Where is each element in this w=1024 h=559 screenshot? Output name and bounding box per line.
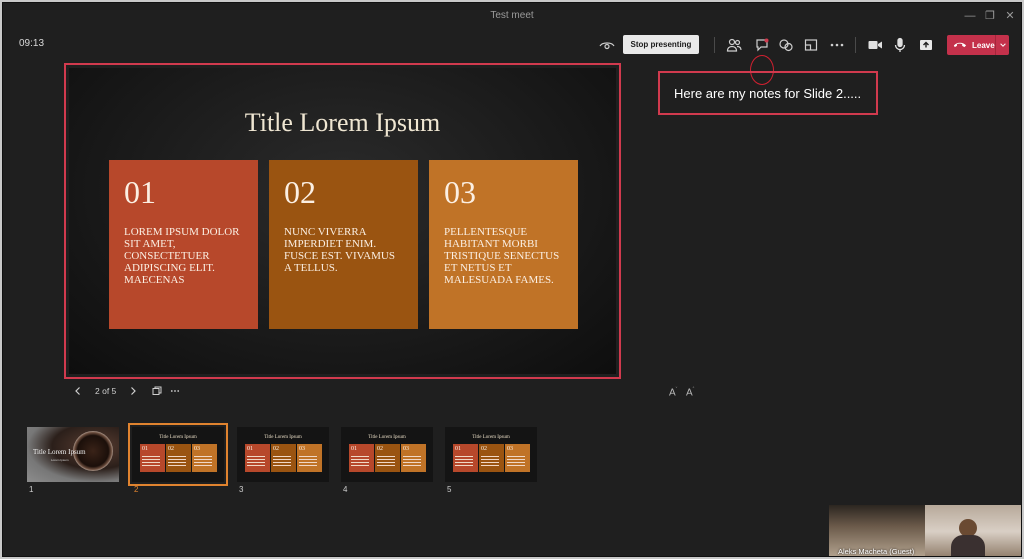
stop-presenting-button[interactable]: Stop presenting <box>623 35 699 54</box>
slide-box-3: 03 PELLENTESQUE HABITANT MORBI TRISTIQUE… <box>429 160 578 329</box>
camera-icon[interactable] <box>865 35 885 55</box>
meeting-timer: 09:13 <box>19 38 45 49</box>
previous-slide-icon[interactable] <box>69 382 87 400</box>
thumb-box: 02 <box>375 444 400 472</box>
decrease-font-button[interactable]: Aˇ <box>669 387 677 398</box>
more-options-icon[interactable] <box>166 382 184 400</box>
toolbar-divider <box>714 37 715 53</box>
phone-icon <box>953 36 969 54</box>
notes-text: Here are my notes for Slide 2..... <box>674 85 862 101</box>
participant-video[interactable]: Aleks Macheta (Guest) <box>829 505 1021 556</box>
box-number: 03 <box>444 174 476 210</box>
people-icon[interactable] <box>724 35 744 55</box>
chevron-down-icon[interactable] <box>995 35 1009 55</box>
slide-box-1: 01 LOREM IPSUM DOLOR SIT AMET, CONSECTET… <box>109 160 258 329</box>
leave-button[interactable]: Leave <box>947 35 1009 55</box>
title-bar: Test meet — ❐ ✕ <box>3 3 1021 29</box>
participant-name: Aleks Macheta (Guest) <box>838 547 915 556</box>
slide-counter: 2 of 5 <box>95 386 117 396</box>
current-slide[interactable]: Title Lorem Ipsum 01 LOREM IPSUM DOLOR S… <box>69 68 616 374</box>
box-text: LOREM IPSUM DOLOR SIT AMET, CONSECTETUER… <box>124 226 240 286</box>
eye-icon[interactable] <box>597 35 617 55</box>
next-slide-icon[interactable] <box>124 382 142 400</box>
thumb-box: 01 <box>453 444 478 472</box>
increase-font-button[interactable]: Aˆ <box>686 387 694 398</box>
thumb-box: 03 <box>505 444 530 472</box>
chat-icon[interactable] <box>752 35 772 55</box>
slide-navigation: 2 of 5 <box>69 381 184 401</box>
thumb-subtitle: Lorem Ipsum <box>51 458 69 462</box>
thumb-number: 1 <box>29 485 34 494</box>
thumb-box: 02 <box>479 444 504 472</box>
thumbnail-slide-4[interactable]: Title Lorem Ipsum 01 02 03 <box>341 427 433 482</box>
meeting-toolbar: 09:13 Stop presenting Leave <box>3 29 1021 85</box>
rooms-icon[interactable] <box>801 35 821 55</box>
minimize-icon[interactable]: — <box>961 8 979 24</box>
window-title: Test meet <box>490 10 534 21</box>
thumb-title: Title Lorem Ipsum <box>472 435 510 440</box>
box-text: PELLENTESQUE HABITANT MORBI TRISTIQUE SE… <box>444 226 560 286</box>
thumbnail-slide-5[interactable]: Title Lorem Ipsum 01 02 03 <box>445 427 537 482</box>
teams-window: Test meet — ❐ ✕ 09:13 Stop presenting Le… <box>2 2 1022 557</box>
thumb-box: 03 <box>192 444 217 472</box>
thumb-title: Title Lorem Ipsum <box>264 435 302 440</box>
current-slide-frame: Title Lorem Ipsum 01 LOREM IPSUM DOLOR S… <box>64 63 621 379</box>
thumb-number: 3 <box>239 485 244 494</box>
thumb-box: 01 <box>140 444 165 472</box>
box-number: 02 <box>284 174 316 210</box>
thumb-number: 2 <box>134 485 139 494</box>
slide-title: Title Lorem Ipsum <box>244 108 441 137</box>
thumb-number: 5 <box>447 485 452 494</box>
restore-icon[interactable]: ❐ <box>981 8 999 24</box>
thumb-title: Title Lorem Ipsum <box>33 448 86 456</box>
thumb-title: Title Lorem Ipsum <box>159 435 197 440</box>
thumb-box: 02 <box>271 444 296 472</box>
thumbnail-slide-2[interactable]: Title Lorem Ipsum 01 02 03 <box>128 423 228 486</box>
toolbar-divider <box>855 37 856 53</box>
thumb-title: Title Lorem Ipsum <box>368 435 406 440</box>
leave-label: Leave <box>972 40 995 50</box>
box-number: 01 <box>124 174 156 210</box>
slide-box-2: 02 NUNC VIVERRA IMPERDIET ENIM. FUSCE ES… <box>269 160 418 329</box>
participant-body <box>951 535 985 556</box>
share-icon[interactable] <box>916 35 936 55</box>
speaker-notes[interactable]: Here are my notes for Slide 2..... <box>658 71 878 115</box>
reactions-icon[interactable] <box>776 35 796 55</box>
more-icon[interactable] <box>827 35 847 55</box>
thumb-box: 01 <box>349 444 374 472</box>
close-icon[interactable]: ✕ <box>1001 8 1019 24</box>
thumb-box: 01 <box>245 444 270 472</box>
thumb-box: 02 <box>166 444 191 472</box>
thumb-box: 03 <box>297 444 322 472</box>
thumbnail-slide-3[interactable]: Title Lorem Ipsum 01 02 03 <box>237 427 329 482</box>
thumbnail-slide-1[interactable]: Title Lorem Ipsum Lorem Ipsum <box>27 427 119 482</box>
slide-grid-icon[interactable] <box>148 382 166 400</box>
mic-icon[interactable] <box>890 35 910 55</box>
box-text: NUNC VIVERRA IMPERDIET ENIM. FUSCE EST. … <box>284 226 395 274</box>
thumb-box: 03 <box>401 444 426 472</box>
thumb-number: 4 <box>343 485 348 494</box>
